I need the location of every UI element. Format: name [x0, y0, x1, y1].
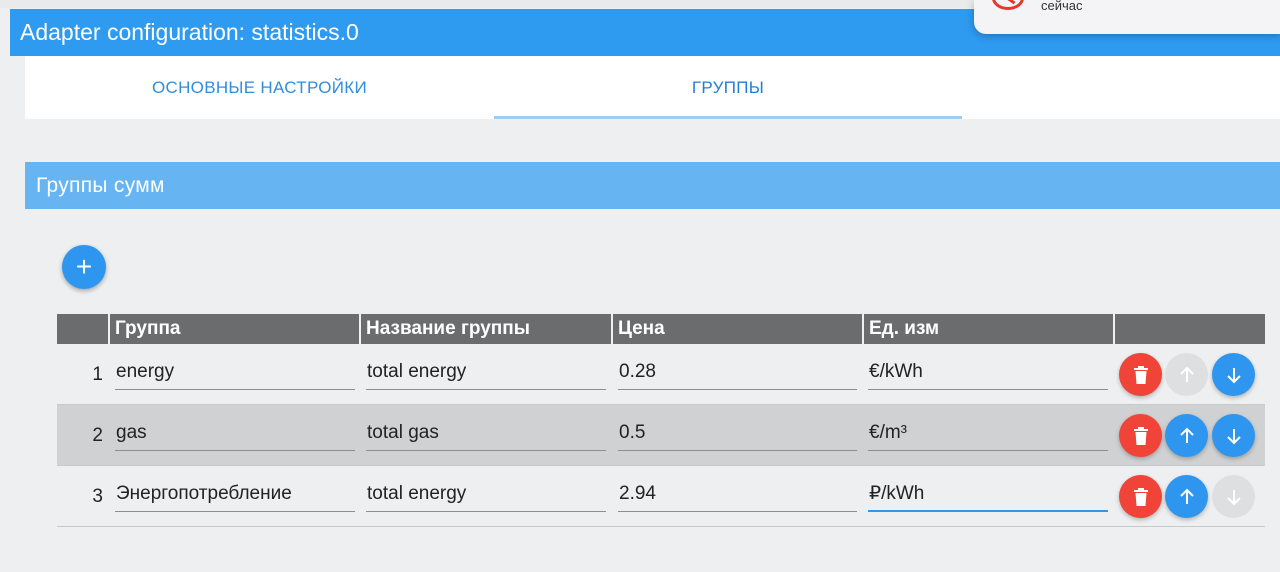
trash-icon — [1133, 487, 1148, 506]
group-input[interactable]: gas — [115, 418, 355, 451]
group-name-input[interactable]: total gas — [366, 418, 606, 451]
group-input[interactable]: energy — [115, 357, 355, 390]
group-name-input[interactable]: total energy — [366, 357, 606, 390]
notification-banner[interactable]: сейчас — [974, 0, 1280, 34]
move-down-button[interactable] — [1212, 414, 1255, 457]
arrow-down-icon — [1226, 367, 1241, 383]
unit-input[interactable]: €/m³ — [868, 418, 1108, 451]
column-header-group: Группа — [115, 318, 181, 339]
move-down-button[interactable] — [1212, 475, 1255, 518]
price-input[interactable]: 0.28 — [618, 357, 857, 390]
plus-icon: + — [75, 251, 93, 282]
column-header-name: Название группы — [366, 318, 530, 339]
tab-main-settings[interactable]: ОСНОВНЫЕ НАСТРОЙКИ — [25, 56, 494, 119]
groups-table: Группа Название группы Цена Ед. изм 1 en… — [57, 314, 1265, 527]
trash-icon — [1133, 365, 1148, 384]
delete-row-button[interactable] — [1119, 414, 1162, 457]
arrow-up-icon — [1179, 488, 1194, 504]
move-up-button[interactable] — [1165, 414, 1208, 457]
row-number: 2 — [92, 425, 103, 446]
notification-time: сейчас — [1041, 0, 1083, 13]
delete-row-button[interactable] — [1119, 475, 1162, 518]
section-title: Группы сумм — [25, 162, 1280, 209]
arrow-down-icon — [1226, 428, 1241, 444]
alarm-clock-icon — [992, 0, 1024, 10]
price-input[interactable]: 0.5 — [618, 418, 857, 451]
row-number: 3 — [92, 486, 103, 507]
arrow-up-icon — [1179, 427, 1194, 443]
trash-icon — [1133, 426, 1148, 445]
row-number: 1 — [92, 364, 103, 385]
table-row: 2 gas total gas 0.5 €/m³ — [57, 405, 1265, 466]
table-header: Группа Название группы Цена Ед. изм — [57, 314, 1265, 344]
unit-input[interactable]: €/kWh — [868, 357, 1108, 390]
group-input[interactable]: Энергопотребление — [115, 479, 355, 512]
column-header-unit: Ед. изм — [869, 318, 939, 339]
arrow-down-icon — [1226, 489, 1241, 505]
price-input[interactable]: 2.94 — [618, 479, 857, 512]
table-row: 1 energy total energy 0.28 €/kWh — [57, 344, 1265, 405]
table-row: 3 Энергопотребление total energy 2.94 ₽/… — [57, 466, 1265, 527]
move-up-button[interactable] — [1165, 475, 1208, 518]
group-name-input[interactable]: total energy — [366, 479, 606, 512]
unit-input[interactable]: ₽/kWh — [868, 479, 1108, 512]
arrow-up-icon — [1179, 366, 1194, 382]
add-group-button[interactable]: + — [62, 245, 106, 289]
column-header-price: Цена — [618, 318, 665, 339]
delete-row-button[interactable] — [1119, 353, 1162, 396]
move-up-button[interactable] — [1165, 353, 1208, 396]
move-down-button[interactable] — [1212, 353, 1255, 396]
tab-groups[interactable]: ГРУППЫ — [494, 56, 962, 119]
active-tab-indicator — [494, 116, 962, 119]
tab-bar: ОСНОВНЫЕ НАСТРОЙКИ ГРУППЫ — [25, 56, 1280, 119]
header-divider — [1113, 314, 1115, 344]
